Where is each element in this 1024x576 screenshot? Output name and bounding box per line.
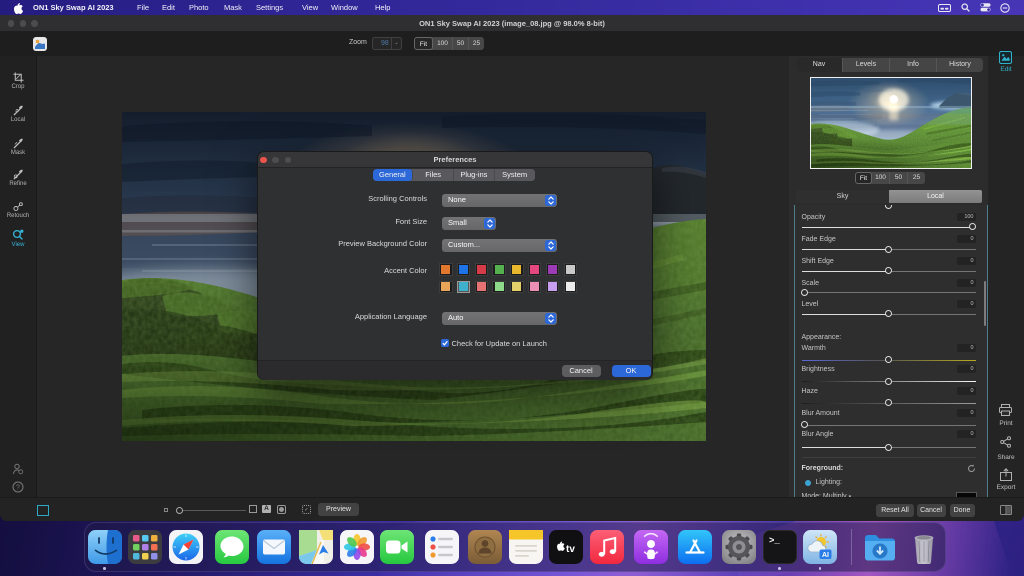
svg-text:>_: >_: [769, 536, 780, 546]
svg-text:AI: AI: [822, 552, 829, 559]
svg-text:?: ?: [16, 485, 20, 492]
svg-text:tv: tv: [566, 544, 575, 555]
